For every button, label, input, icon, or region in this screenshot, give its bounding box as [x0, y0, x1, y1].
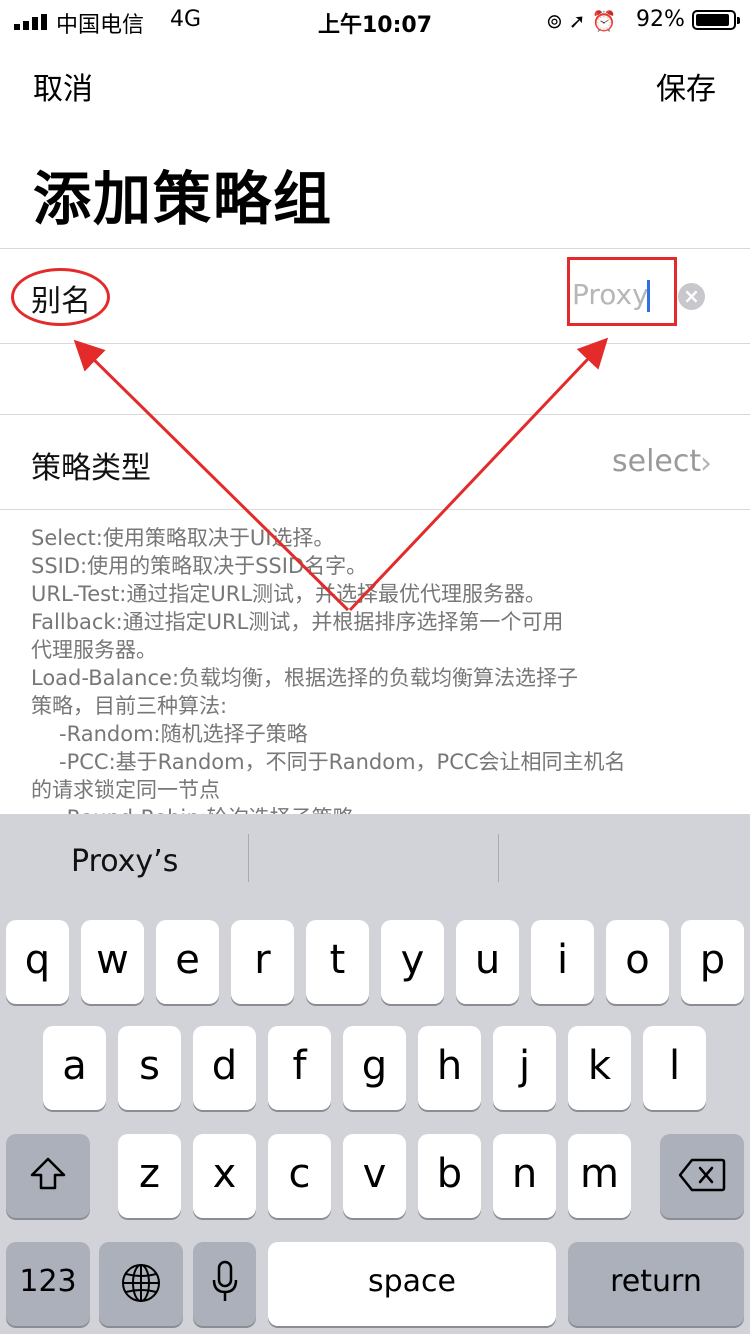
- key-q[interactable]: q: [6, 920, 69, 1004]
- key-o[interactable]: o: [606, 920, 669, 1004]
- keyboard: Proxy’s q w e r t y u i o p a s d f g h …: [0, 814, 750, 1334]
- key-w[interactable]: w: [81, 920, 144, 1004]
- key-c[interactable]: c: [268, 1134, 331, 1218]
- space-key[interactable]: space: [268, 1242, 556, 1326]
- globe-icon: [122, 1264, 160, 1302]
- key-b[interactable]: b: [418, 1134, 481, 1218]
- key-s[interactable]: s: [118, 1026, 181, 1110]
- key-r[interactable]: r: [231, 920, 294, 1004]
- key-a[interactable]: a: [43, 1026, 106, 1110]
- suggestion-item[interactable]: Proxy’s: [71, 844, 178, 879]
- key-i[interactable]: i: [531, 920, 594, 1004]
- shift-key[interactable]: [6, 1134, 90, 1218]
- key-z[interactable]: z: [118, 1134, 181, 1218]
- globe-key[interactable]: [99, 1242, 183, 1326]
- annotation-arrows: [73, 337, 609, 612]
- key-y[interactable]: y: [381, 920, 444, 1004]
- key-k[interactable]: k: [568, 1026, 631, 1110]
- dictation-key[interactable]: [193, 1242, 256, 1326]
- annotation-arrow-left: [73, 339, 350, 612]
- suggestion-bar: Proxy’s: [0, 814, 750, 910]
- key-u[interactable]: u: [456, 920, 519, 1004]
- key-f[interactable]: f: [268, 1026, 331, 1110]
- key-v[interactable]: v: [343, 1134, 406, 1218]
- microphone-icon: [212, 1260, 237, 1301]
- key-d[interactable]: d: [193, 1026, 256, 1110]
- delete-key[interactable]: [660, 1134, 744, 1218]
- key-e[interactable]: e: [156, 920, 219, 1004]
- key-h[interactable]: h: [418, 1026, 481, 1110]
- key-m[interactable]: m: [568, 1134, 631, 1218]
- numbers-key[interactable]: 123: [6, 1242, 90, 1326]
- key-p[interactable]: p: [681, 920, 744, 1004]
- return-key[interactable]: return: [568, 1242, 744, 1326]
- key-l[interactable]: l: [643, 1026, 706, 1110]
- annotation-arrow-right: [348, 337, 609, 612]
- key-g[interactable]: g: [343, 1026, 406, 1110]
- key-n[interactable]: n: [493, 1134, 556, 1218]
- backspace-icon: [678, 1158, 726, 1192]
- key-t[interactable]: t: [306, 920, 369, 1004]
- key-x[interactable]: x: [193, 1134, 256, 1218]
- key-j[interactable]: j: [493, 1026, 556, 1110]
- shift-icon: [30, 1157, 66, 1190]
